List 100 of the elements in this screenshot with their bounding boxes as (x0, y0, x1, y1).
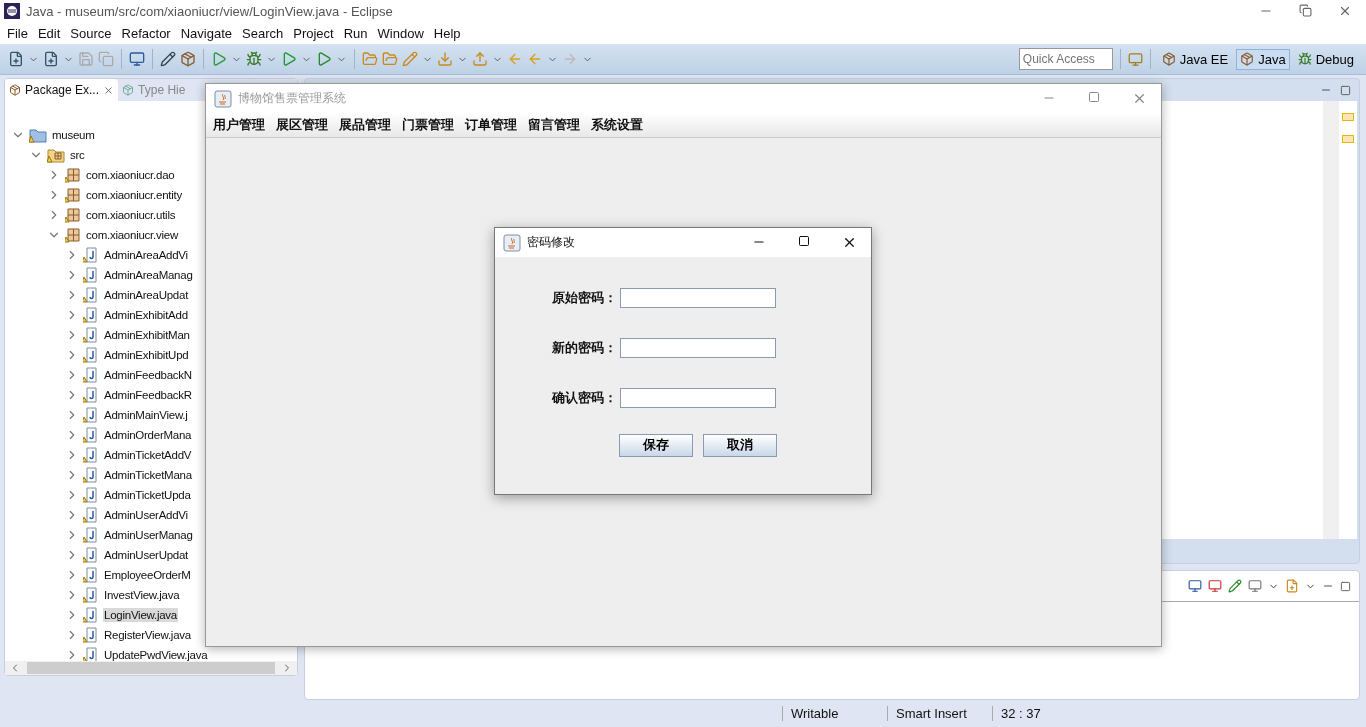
perspective-button[interactable]: Java (1236, 48, 1290, 70)
pencil-icon[interactable] (160, 51, 176, 67)
new-item-icon[interactable] (43, 51, 59, 67)
java-file-icon (83, 387, 99, 403)
java-file-icon (83, 287, 99, 303)
menu-item[interactable]: 展品管理 (334, 116, 397, 134)
tree-item[interactable]: com.xiaoniucr.view (85, 228, 179, 242)
menu-item[interactable]: Edit (32, 25, 66, 41)
tree-item[interactable]: AdminTicketAddV (103, 448, 193, 462)
tree-item[interactable]: AdminOrderMana (103, 428, 193, 442)
console-icon[interactable] (1188, 579, 1202, 593)
tree-item[interactable]: AdminMainView.j (103, 408, 189, 422)
tree-item[interactable]: AdminFeedbackR (103, 388, 193, 402)
tree-item[interactable]: AdminTicketMana (103, 468, 193, 482)
menu-item[interactable]: 门票管理 (397, 116, 460, 134)
java-file-icon (83, 347, 99, 363)
arrow-down-icon[interactable] (437, 51, 453, 67)
perspective-button[interactable]: Debug (1293, 48, 1358, 70)
java-file-icon (83, 567, 99, 583)
package-icon (65, 187, 81, 203)
tree-item[interactable]: com.xiaoniucr.utils (85, 208, 177, 222)
menu-item[interactable]: 系统设置 (586, 116, 649, 134)
tree-item[interactable]: AdminTicketUpda (103, 488, 192, 502)
field-label: 原始密码： (551, 289, 617, 307)
folder-icon[interactable] (362, 51, 378, 67)
package-icon (1161, 52, 1176, 66)
tree-item[interactable]: AdminExhibitAdd (103, 308, 189, 322)
scrollbar-thumb[interactable] (27, 662, 275, 674)
warning-marker[interactable] (1342, 135, 1354, 143)
package-icon (65, 167, 81, 183)
menu-item[interactable]: 留言管理 (523, 116, 586, 134)
monitor-icon[interactable] (129, 51, 145, 67)
bug-icon[interactable] (246, 51, 262, 67)
password-field[interactable] (620, 388, 776, 408)
tree-item[interactable]: com.xiaoniucr.entity (85, 188, 183, 202)
tree-item[interactable]: AdminAreaManag (103, 268, 194, 282)
menu-item[interactable]: 用户管理 (208, 116, 271, 134)
status-item: Writable (782, 706, 887, 721)
java-file-icon (83, 507, 99, 523)
tree-item[interactable]: AdminAreaUpdat (103, 288, 190, 302)
play-icon[interactable] (211, 51, 227, 67)
menu-item[interactable]: 订单管理 (460, 116, 523, 134)
menu-item[interactable]: Refactor (116, 25, 176, 41)
java-file-icon (83, 447, 99, 463)
quick-access-field[interactable]: Quick Access (1018, 48, 1113, 70)
menu-item[interactable]: Source (65, 25, 117, 41)
tree-item[interactable]: museum (51, 128, 96, 142)
java-file-icon (83, 547, 99, 563)
tree-item[interactable]: LoginView.java (103, 608, 178, 622)
menu-item[interactable]: File (2, 25, 33, 41)
menu-item[interactable]: Run (338, 25, 373, 41)
tree-item[interactable]: src (69, 148, 86, 162)
java-file-icon (83, 327, 99, 343)
dialog-button[interactable]: 保存 (619, 434, 693, 457)
warning-marker[interactable] (1342, 113, 1354, 121)
menu-item[interactable]: Navigate (175, 25, 237, 41)
menu-item[interactable]: Help (428, 25, 466, 41)
java-file-icon (83, 367, 99, 383)
close-icon[interactable] (842, 235, 857, 250)
java-file-icon (83, 307, 99, 323)
tree-item[interactable]: AdminFeedbackN (103, 368, 193, 382)
tree-item[interactable]: EmployeeOrderM (103, 568, 192, 582)
tree-item[interactable]: UpdatePwdView.java (103, 648, 209, 661)
package-folder-icon (47, 147, 65, 163)
tree-item[interactable]: AdminUserAddVi (103, 508, 189, 522)
cup-icon (214, 89, 232, 108)
window-title: 博物馆售票管理系统 (238, 90, 346, 107)
bug-icon (1297, 52, 1312, 66)
folder-icon[interactable] (382, 51, 398, 67)
menu-item[interactable]: Search (237, 25, 289, 41)
tree-item[interactable]: AdminUserManag (103, 528, 194, 542)
status-item: 32 : 37 (992, 706, 1091, 721)
menu-item[interactable]: Window (372, 25, 429, 41)
tree-item[interactable]: AdminExhibitUpd (103, 348, 190, 362)
eclipse-logo-icon (4, 3, 20, 19)
tree-item[interactable]: RegisterView.java (103, 628, 192, 642)
dialog-button[interactable]: 取消 (703, 434, 777, 457)
java-file-icon (83, 467, 99, 483)
new-file-icon[interactable] (8, 51, 24, 67)
password-field[interactable] (620, 338, 776, 358)
monitor-icon[interactable] (1248, 579, 1262, 593)
tree-item[interactable]: com.xiaoniucr.dao (85, 168, 176, 182)
menu-item[interactable]: Project (288, 25, 339, 41)
password-field[interactable] (620, 288, 776, 308)
dialog-title: 密码修改 (527, 234, 575, 251)
marker-icon[interactable] (402, 51, 418, 67)
package-icon[interactable] (180, 51, 196, 67)
run-icon[interactable] (281, 51, 297, 67)
vertical-scrollbar[interactable] (1323, 101, 1339, 539)
java-file-icon (83, 487, 99, 503)
tree-item[interactable]: AdminExhibitMan (103, 328, 191, 342)
restore-icon[interactable] (1299, 4, 1312, 18)
tree-item[interactable]: AdminUserUpdat (103, 548, 190, 562)
package-icon (65, 227, 81, 243)
view-tab[interactable]: Package Ex... (5, 79, 119, 101)
tree-item[interactable]: InvestView.java (103, 588, 181, 602)
menu-item[interactable]: 展区管理 (271, 116, 334, 134)
perspective-button[interactable]: Java EE (1157, 48, 1233, 70)
java-file-icon (83, 407, 99, 423)
tree-item[interactable]: AdminAreaAddVi (103, 248, 189, 262)
